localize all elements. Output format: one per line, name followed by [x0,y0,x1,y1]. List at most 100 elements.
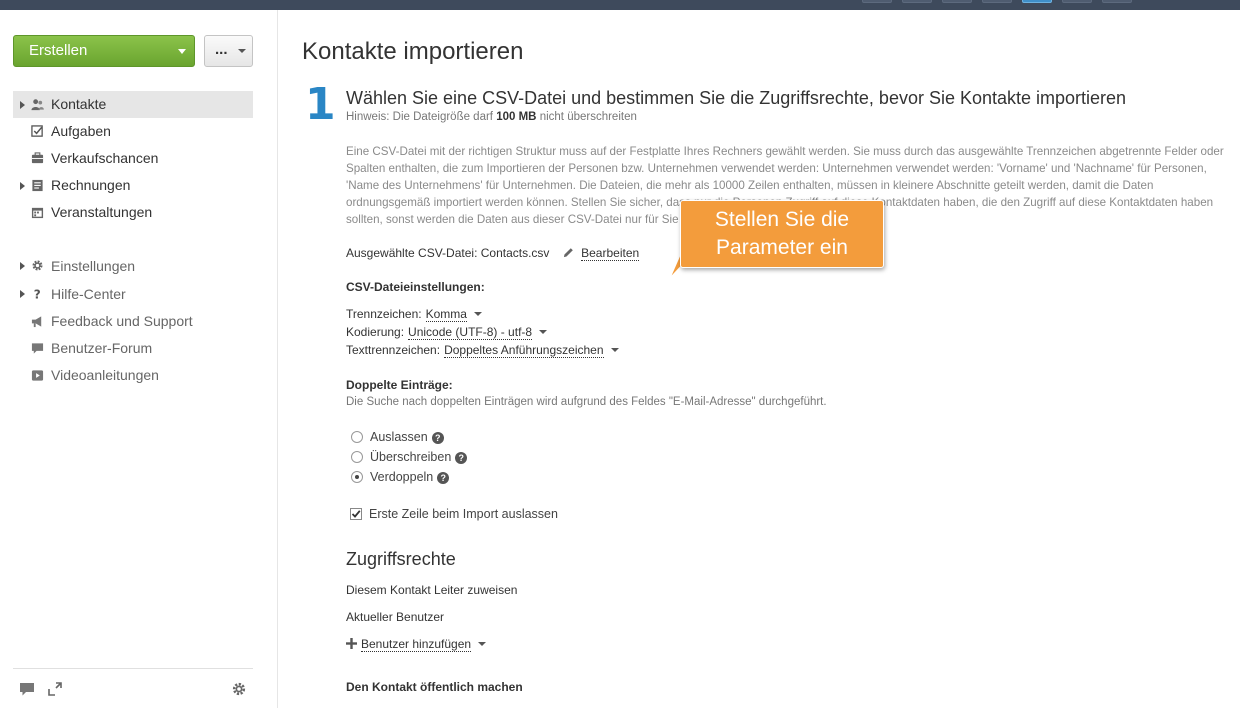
sidebar-item-contacts[interactable]: Kontakte [13,91,253,118]
sidebar-item-feedback[interactable]: Feedback und Support [13,308,253,335]
duplicate-option-overwrite[interactable]: Überschreiben? [351,448,468,466]
gear-icon[interactable] [231,681,247,697]
topbar-button-active[interactable] [1022,0,1052,3]
skip-first-row-option[interactable]: Erste Zeile beim Import auslassen [350,505,558,523]
expand-arrow-icon[interactable] [20,182,25,190]
sidebar-item-label: Hilfe-Center [51,286,126,302]
help-icon: ? [34,288,41,300]
selected-file-row: Ausgewählte CSV-Datei: Contacts.csv Bear… [346,246,640,261]
duplicates-note: Die Suche nach doppelten Einträgen wird … [346,396,827,408]
hint-suffix: nicht überschreiten [539,111,637,123]
sidebar-item-tasks[interactable]: Aufgaben [13,118,253,145]
plus-icon[interactable] [346,638,357,649]
question-icon[interactable]: ? [455,452,468,464]
sidebar-item-label: Feedback und Support [51,313,193,329]
hint-prefix: Hinweis: Die Dateigröße darf [346,111,494,123]
chat-bubble-icon [31,343,44,354]
chevron-down-icon[interactable] [539,330,548,334]
create-button-label: Erstellen [29,42,88,59]
sidebar-item-invoices[interactable]: Rechnungen [13,172,253,199]
selected-file-label: Ausgewählte CSV-Datei: Contacts.csv [346,246,550,260]
sidebar-item-label: Verkaufschancen [51,150,159,166]
assign-manager-label: Diesem Kontakt Leiter zuweisen [346,583,518,597]
callout-line-2: Parameter ein [716,236,848,259]
megaphone-icon [31,316,42,328]
add-user-link[interactable]: Benutzer hinzufügen [361,637,472,652]
callout-line-1: Stellen Sie die [714,208,850,231]
encoding-row: Kodierung: Unicode (UTF-8) - utf-8 [346,323,548,341]
more-actions-button[interactable]: ... [204,35,253,67]
access-rights-title: Zugriffsrechte [346,549,456,569]
main-nav: Kontakte Aufgaben Verkaufschancen Rechnu… [13,91,253,226]
expand-arrow-icon[interactable] [20,262,25,270]
topbar-button[interactable] [942,0,972,3]
gear-icon [32,260,43,271]
text-qualifier-row: Texttrennzeichen: Doppeltes Anführungszei… [346,341,619,359]
file-size-hint: Hinweis: Die Dateigröße darf 100 MB nich… [346,111,637,123]
chevron-down-icon [178,49,186,54]
radio-label: Auslassen [370,430,428,444]
sidebar-item-label: Rechnungen [51,177,131,193]
csv-settings-title: CSV-Dateieinstellungen: [346,280,485,294]
expand-arrow-icon[interactable] [20,290,25,298]
radio-button-checked[interactable] [351,471,363,483]
chevron-down-icon[interactable] [610,348,619,352]
duplicates-title: Doppelte Einträge: [346,378,453,392]
add-user-row[interactable]: Benutzer hinzufügen [346,637,487,652]
chevron-down-icon[interactable] [473,312,482,316]
topbar-button[interactable] [1062,0,1092,3]
sidebar-item-label: Kontakte [51,96,107,112]
encoding-dropdown[interactable]: Unicode (UTF-8) - utf-8 [408,325,533,340]
skip-first-row-checkbox[interactable] [350,508,362,520]
more-actions-label: ... [215,41,228,58]
radio-label: Verdoppeln [370,470,434,484]
opportunities-icon [31,152,44,164]
chat-icon[interactable] [19,681,35,697]
sidebar-item-label: Einstellungen [51,258,136,274]
radio-button[interactable] [351,431,363,443]
duplicate-option-duplicate[interactable]: Verdoppeln? [351,468,450,486]
sidebar-item-forum[interactable]: Benutzer-Forum [13,335,253,362]
sidebar-item-settings[interactable]: Einstellungen [13,252,253,280]
radio-button[interactable] [351,451,363,463]
topbar-button[interactable] [1102,0,1132,3]
delimiter-dropdown[interactable]: Komma [425,307,467,322]
sidebar-item-events[interactable]: Veranstaltungen [13,199,253,226]
sidebar-item-label: Videoanleitungen [51,367,159,383]
events-icon [31,207,44,219]
top-bar [0,0,1240,10]
video-icon [31,370,44,381]
edit-file-link[interactable]: Bearbeiten [581,246,640,261]
tasks-icon [31,125,43,137]
delimiter-row: Trennzeichen: Komma [346,305,482,323]
sidebar: Erstellen ... Kontakte Aufgaben Verkaufs… [0,10,278,708]
step-title: Wählen Sie eine CSV-Datei und bestimmen … [346,88,1127,108]
question-icon[interactable]: ? [437,472,450,484]
current-user-label: Aktueller Benutzer [346,610,445,624]
topbar-button[interactable] [982,0,1012,3]
text-qualifier-label: Texttrennzeichen: [346,343,441,357]
instruction-callout: Stellen Sie die Parameter ein [680,200,884,268]
topbar-button[interactable] [902,0,932,3]
duplicate-option-skip[interactable]: Auslassen? [351,428,444,446]
expand-arrow-icon[interactable] [20,101,25,109]
secondary-nav: Einstellungen ? Hilfe-Center Feedback un… [13,252,253,389]
checkmark-icon [351,510,361,518]
sidebar-item-opportunities[interactable]: Verkaufschancen [13,145,253,172]
svg-text:?: ? [34,288,41,300]
create-button[interactable]: Erstellen [13,35,195,67]
make-public-title: Den Kontakt öffentlich machen [346,680,523,694]
chevron-down-icon[interactable] [478,642,487,646]
sidebar-item-videos[interactable]: Videoanleitungen [13,362,253,389]
question-icon[interactable]: ? [431,432,444,444]
expand-icon[interactable] [47,681,63,697]
delimiter-label: Trennzeichen: [346,307,422,321]
topbar-button[interactable] [862,0,892,3]
sidebar-item-help-center[interactable]: ? Hilfe-Center [13,280,253,308]
sidebar-item-label: Aufgaben [51,123,111,139]
page-title: Kontakte importieren [302,38,524,65]
text-qualifier-dropdown[interactable]: Doppeltes Anführungszeichen [444,343,604,358]
hint-size: 100 MB [496,111,537,123]
pencil-icon[interactable] [563,247,574,258]
invoices-icon [32,179,43,192]
